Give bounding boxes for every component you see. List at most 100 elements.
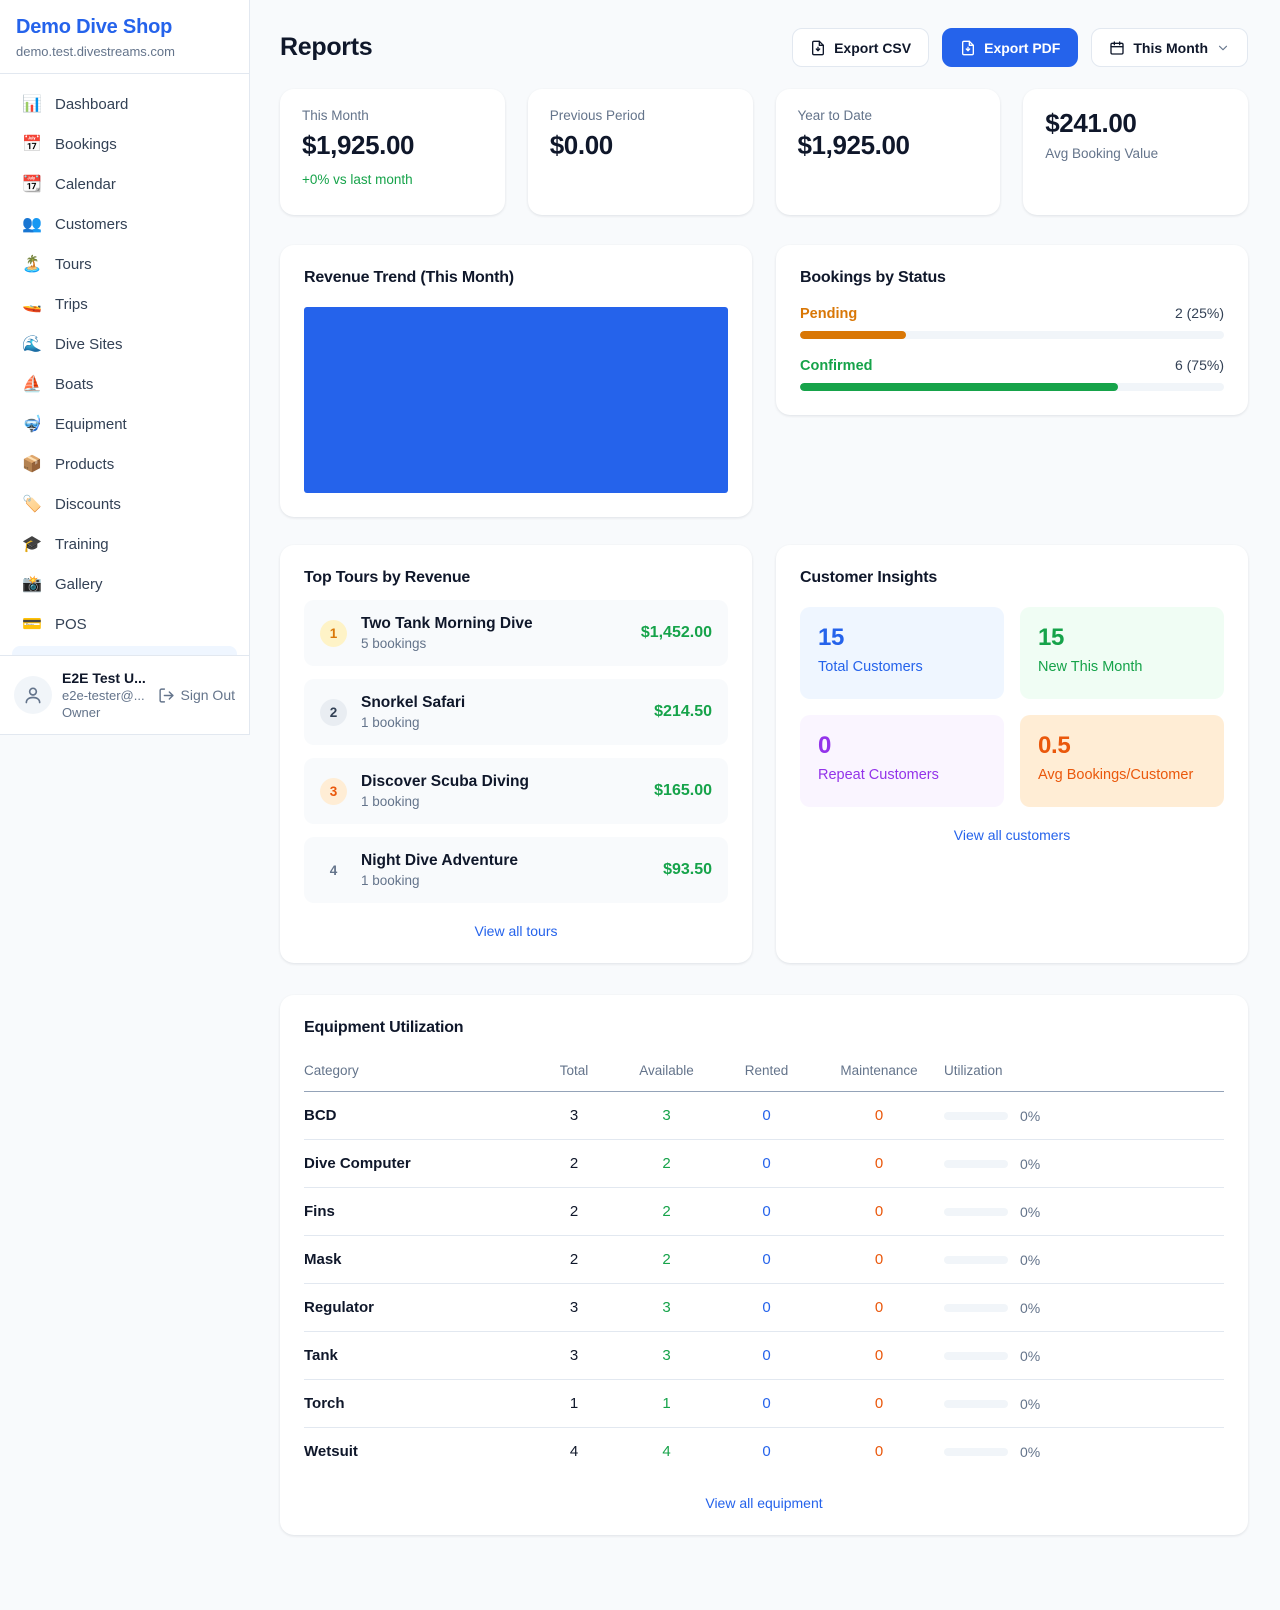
sidebar-item-pos[interactable]: 💳 POS <box>12 604 237 644</box>
customer-insights-card: Customer Insights 15 Total Customers 15 … <box>776 545 1248 963</box>
view-all-tours-link[interactable]: View all tours <box>304 923 728 939</box>
sidebar-item-label: Boats <box>55 376 93 393</box>
status-row-pending: Pending 2 (25%) <box>800 305 1224 339</box>
cell-available: 2 <box>614 1236 719 1284</box>
sidebar-item-reports-partial[interactable] <box>12 646 237 655</box>
summary-label: This Month <box>302 108 483 123</box>
col-header-maintenance: Maintenance <box>814 1053 944 1092</box>
tour-name: Snorkel Safari <box>361 694 640 712</box>
sidebar-item-equipment[interactable]: 🤿 Equipment <box>12 404 237 444</box>
period-dropdown[interactable]: This Month <box>1091 28 1248 67</box>
sidebar-item-gallery[interactable]: 📸 Gallery <box>12 564 237 604</box>
insight-label: Avg Bookings/Customer <box>1038 767 1206 783</box>
insight-label: Repeat Customers <box>818 767 986 783</box>
view-all-equipment-link[interactable]: View all equipment <box>304 1495 1224 1511</box>
utilization-bar <box>944 1256 1008 1264</box>
utilization-percent: 0% <box>1020 1252 1040 1268</box>
table-row: Mask 2 2 0 0 0% <box>304 1236 1224 1284</box>
cell-maintenance: 0 <box>814 1092 944 1140</box>
utilization-percent: 0% <box>1020 1300 1040 1316</box>
bookings-calendar-icon: 📅 <box>22 134 42 154</box>
export-pdf-button[interactable]: Export PDF <box>942 28 1078 67</box>
utilization-cell: 0% <box>944 1444 1224 1460</box>
shop-name: Demo Dive Shop <box>16 16 233 39</box>
col-header-rented: Rented <box>719 1053 814 1092</box>
calendar-icon: 📆 <box>22 174 42 194</box>
utilization-bar <box>944 1208 1008 1216</box>
tour-list-item: 1 Two Tank Morning Dive 5 bookings $1,45… <box>304 600 728 666</box>
summary-card-year-to-date: Year to Date $1,925.00 <box>776 89 1001 215</box>
table-row: Tank 3 3 0 0 0% <box>304 1332 1224 1380</box>
tour-list-item: 2 Snorkel Safari 1 booking $214.50 <box>304 679 728 745</box>
cell-rented: 0 <box>719 1188 814 1236</box>
cell-rented: 0 <box>719 1284 814 1332</box>
bookings-by-status-card: Bookings by Status Pending 2 (25%) Confi… <box>776 245 1248 415</box>
chevron-down-icon <box>1216 41 1230 55</box>
col-header-utilization: Utilization <box>944 1053 1224 1092</box>
sidebar-item-label: Equipment <box>55 416 127 433</box>
shop-logo-block: Demo Dive Shop demo.test.divestreams.com <box>0 0 249 74</box>
sidebar-item-dashboard[interactable]: 📊 Dashboard <box>12 84 237 124</box>
sidebar-item-boats[interactable]: ⛵ Boats <box>12 364 237 404</box>
sidebar-item-label: Tours <box>55 256 92 273</box>
utilization-cell: 0% <box>944 1396 1224 1412</box>
tour-revenue: $214.50 <box>654 703 712 721</box>
sidebar-item-products[interactable]: 📦 Products <box>12 444 237 484</box>
insight-tile-new-this-month: 15 New This Month <box>1020 607 1224 699</box>
cell-total: 3 <box>534 1092 614 1140</box>
summary-label: Avg Booking Value <box>1045 146 1226 161</box>
utilization-cell: 0% <box>944 1300 1224 1316</box>
sidebar-item-trips[interactable]: 🚤 Trips <box>12 284 237 324</box>
cell-rented: 0 <box>719 1092 814 1140</box>
rank-badge: 2 <box>320 699 347 726</box>
sidebar-item-label: Bookings <box>55 136 117 153</box>
export-csv-button[interactable]: Export CSV <box>792 28 929 67</box>
cell-available: 3 <box>614 1332 719 1380</box>
insight-label: Total Customers <box>818 659 986 675</box>
sidebar-nav: 📊 Dashboard 📅 Bookings 📆 Calendar 👥 Cust… <box>0 74 249 655</box>
insight-tile-repeat-customers: 0 Repeat Customers <box>800 715 1004 807</box>
charts-row: Revenue Trend (This Month) Bookings by S… <box>280 245 1248 517</box>
tour-list-item: 3 Discover Scuba Diving 1 booking $165.0… <box>304 758 728 824</box>
customers-icon: 👥 <box>22 214 42 234</box>
cell-category: Mask <box>304 1236 534 1284</box>
sidebar-item-dive-sites[interactable]: 🌊 Dive Sites <box>12 324 237 364</box>
cell-category: BCD <box>304 1092 534 1140</box>
sidebar-item-bookings[interactable]: 📅 Bookings <box>12 124 237 164</box>
user-email: e2e-tester@... <box>62 688 148 703</box>
sidebar-item-training[interactable]: 🎓 Training <box>12 524 237 564</box>
equipment-table: Category Total Available Rented Maintena… <box>304 1053 1224 1475</box>
page-title: Reports <box>280 33 372 62</box>
tour-bookings: 1 booking <box>361 873 649 888</box>
status-bar-track <box>800 331 1224 339</box>
summary-card-previous-period: Previous Period $0.00 <box>528 89 753 215</box>
view-all-customers-link[interactable]: View all customers <box>800 827 1224 843</box>
sidebar-item-calendar[interactable]: 📆 Calendar <box>12 164 237 204</box>
tour-list-item: 4 Night Dive Adventure 1 booking $93.50 <box>304 837 728 903</box>
sidebar-item-discounts[interactable]: 🏷️ Discounts <box>12 484 237 524</box>
cell-rented: 0 <box>719 1380 814 1428</box>
header-actions: Export CSV Export PDF This Month <box>792 28 1248 67</box>
utilization-percent: 0% <box>1020 1444 1040 1460</box>
table-row: Torch 1 1 0 0 0% <box>304 1380 1224 1428</box>
status-bar-fill <box>800 383 1118 391</box>
camera-icon: 📸 <box>22 574 42 594</box>
utilization-cell: 0% <box>944 1348 1224 1364</box>
sidebar-item-customers[interactable]: 👥 Customers <box>12 204 237 244</box>
table-row: Wetsuit 4 4 0 0 0% <box>304 1428 1224 1476</box>
insight-value: 0 <box>818 732 986 760</box>
utilization-percent: 0% <box>1020 1348 1040 1364</box>
rank-badge: 4 <box>320 857 347 884</box>
summary-value: $0.00 <box>550 130 731 161</box>
revenue-trend-card: Revenue Trend (This Month) <box>280 245 752 517</box>
sidebar-item-tours[interactable]: 🏝️ Tours <box>12 244 237 284</box>
sidebar-item-label: Training <box>55 536 109 553</box>
utilization-bar <box>944 1304 1008 1312</box>
status-value: 2 (25%) <box>1175 305 1224 321</box>
equipment-utilization-title: Equipment Utilization <box>304 1019 1224 1037</box>
user-role: Owner <box>62 705 148 720</box>
export-csv-label: Export CSV <box>834 40 911 56</box>
file-download-icon <box>960 40 976 56</box>
page-header: Reports Export CSV Export PDF This Month <box>280 28 1248 67</box>
sign-out-button[interactable]: Sign Out <box>158 687 235 704</box>
